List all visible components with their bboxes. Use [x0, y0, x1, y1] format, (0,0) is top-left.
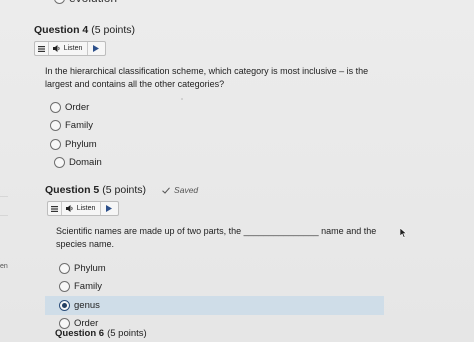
play-icon: [106, 205, 113, 212]
radio-button[interactable]: [50, 101, 61, 113]
menu-button[interactable]: [48, 202, 62, 215]
radio-button[interactable]: [54, 0, 65, 4]
question-6: Question 6 (5 points): [55, 328, 147, 339]
check-icon: [162, 186, 170, 194]
option-label: Domain: [69, 157, 102, 169]
option-label: Order: [65, 101, 90, 113]
listen-toolbar: Listen: [34, 41, 106, 56]
prev-question-option-evolution[interactable]: evolution: [54, 0, 117, 5]
question-header: Question 6 (5 points): [55, 328, 147, 339]
option-domain[interactable]: Domain: [54, 154, 434, 173]
speaker-icon: [52, 45, 60, 52]
option-phylum[interactable]: Phylum: [50, 135, 434, 154]
question-number: Question 4: [34, 24, 89, 36]
saved-status: Saved: [162, 185, 198, 195]
question-header: Question 5 (5 points) Saved: [45, 184, 390, 196]
question-points: (5 points): [102, 184, 147, 196]
option-label: Phylum: [74, 262, 106, 274]
question-5: Question 5 (5 points) Saved Listen Scien…: [45, 184, 390, 333]
option-label: Family: [65, 120, 93, 132]
question-header: Question 4 (5 points): [34, 24, 434, 36]
answer-options: Phylum Family genus Order: [45, 259, 390, 333]
option-family[interactable]: Family: [45, 278, 390, 297]
option-label: Family: [74, 281, 102, 293]
option-genus-selected[interactable]: genus: [45, 296, 384, 315]
radio-button-checked[interactable]: [59, 299, 70, 311]
left-fragment-text: en: [0, 263, 8, 270]
listen-button[interactable]: Listen: [49, 42, 88, 55]
answer-options: Order Family Phylum Domain: [50, 98, 434, 172]
play-icon: [93, 45, 100, 52]
listen-label: Listen: [76, 205, 96, 212]
radio-button[interactable]: [59, 262, 70, 274]
radio-button[interactable]: [50, 120, 61, 132]
option-order[interactable]: Order: [50, 98, 434, 117]
menu-icon: [37, 45, 45, 52]
mouse-pointer-icon: [400, 228, 408, 238]
menu-button[interactable]: [35, 42, 49, 55]
left-edge-divider: [0, 196, 8, 216]
listen-label: Listen: [63, 45, 83, 52]
option-label: evolution: [69, 0, 117, 5]
quiz-page: evolution en Question 4 (5 points) Li: [0, 0, 474, 342]
saved-label: Saved: [174, 185, 199, 195]
question-points: (5 points): [107, 328, 147, 339]
radio-button[interactable]: [50, 138, 61, 150]
radio-button[interactable]: [54, 157, 65, 169]
menu-icon: [50, 205, 58, 212]
question-points: (5 points): [91, 24, 136, 36]
option-label: Phylum: [65, 138, 97, 150]
listen-toolbar: Listen: [47, 201, 119, 216]
question-number: Question 6: [55, 328, 105, 339]
option-family[interactable]: Family: [50, 117, 434, 136]
listen-button[interactable]: Listen: [62, 202, 101, 215]
option-phylum[interactable]: Phylum: [45, 259, 390, 278]
radio-button[interactable]: [59, 281, 70, 293]
option-label: genus: [74, 299, 100, 311]
question-number: Question 5: [45, 184, 100, 196]
play-button[interactable]: [101, 202, 118, 215]
play-button[interactable]: [88, 42, 105, 55]
decorative-dot: [181, 98, 183, 100]
question-4: Question 4 (5 points) Listen In the hier…: [34, 24, 434, 172]
speaker-icon: [65, 205, 73, 212]
question-text: Scientific names are made up of two part…: [56, 226, 377, 249]
question-text: In the hierarchical classification schem…: [45, 66, 369, 89]
